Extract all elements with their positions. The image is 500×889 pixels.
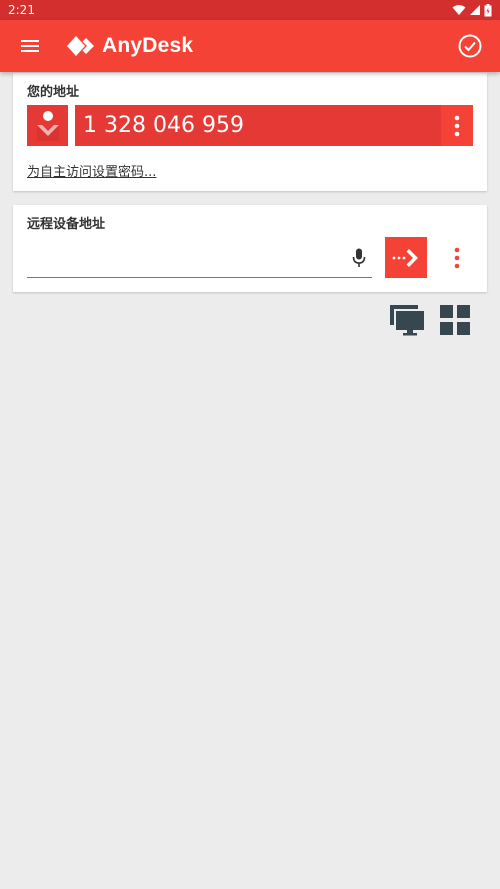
remote-address-label: 远程设备地址 [27, 217, 106, 232]
sessions-view-button[interactable] [388, 302, 426, 338]
grid-view-button[interactable] [436, 302, 474, 338]
check-button[interactable] [456, 32, 484, 60]
battery-icon [484, 3, 492, 16]
anydesk-id: 1 328 046 959 [75, 105, 441, 146]
more-vertical-icon [454, 247, 460, 269]
voice-input-button[interactable] [348, 246, 370, 270]
hamburger-menu-icon [21, 40, 39, 52]
wifi-icon [452, 5, 466, 15]
cell-signal-icon [470, 5, 480, 15]
your-address-card: 您的地址 1 328 046 959 为自主访问设置密码... [13, 73, 487, 191]
status-bar: 2:21 [0, 0, 500, 20]
microphone-icon [352, 248, 366, 267]
app-logo: AnyDesk [66, 32, 193, 60]
remote-address-field [27, 239, 372, 278]
app-bar: AnyDesk [0, 20, 500, 72]
set-password-link[interactable]: 为自主访问设置密码... [27, 161, 156, 180]
monitors-icon [390, 305, 424, 336]
id-more-button[interactable] [441, 105, 473, 146]
more-vertical-icon [454, 115, 460, 136]
remote-address-card: 远程设备地址 [13, 205, 487, 292]
avatar[interactable] [27, 105, 68, 146]
remote-address-input[interactable] [27, 239, 341, 277]
connect-arrow-icon [392, 248, 418, 267]
check-circle-icon [458, 34, 482, 58]
menu-button[interactable] [14, 32, 46, 60]
status-time: 2:21 [8, 3, 35, 17]
status-icons [452, 3, 492, 17]
user-download-icon [36, 110, 59, 141]
remote-more-button[interactable] [445, 241, 469, 275]
app-title: AnyDesk [102, 34, 194, 57]
your-address-label: 您的地址 [27, 85, 80, 100]
connect-button[interactable] [385, 237, 427, 278]
anydesk-logo-icon [67, 36, 94, 56]
grid-icon [440, 305, 470, 335]
